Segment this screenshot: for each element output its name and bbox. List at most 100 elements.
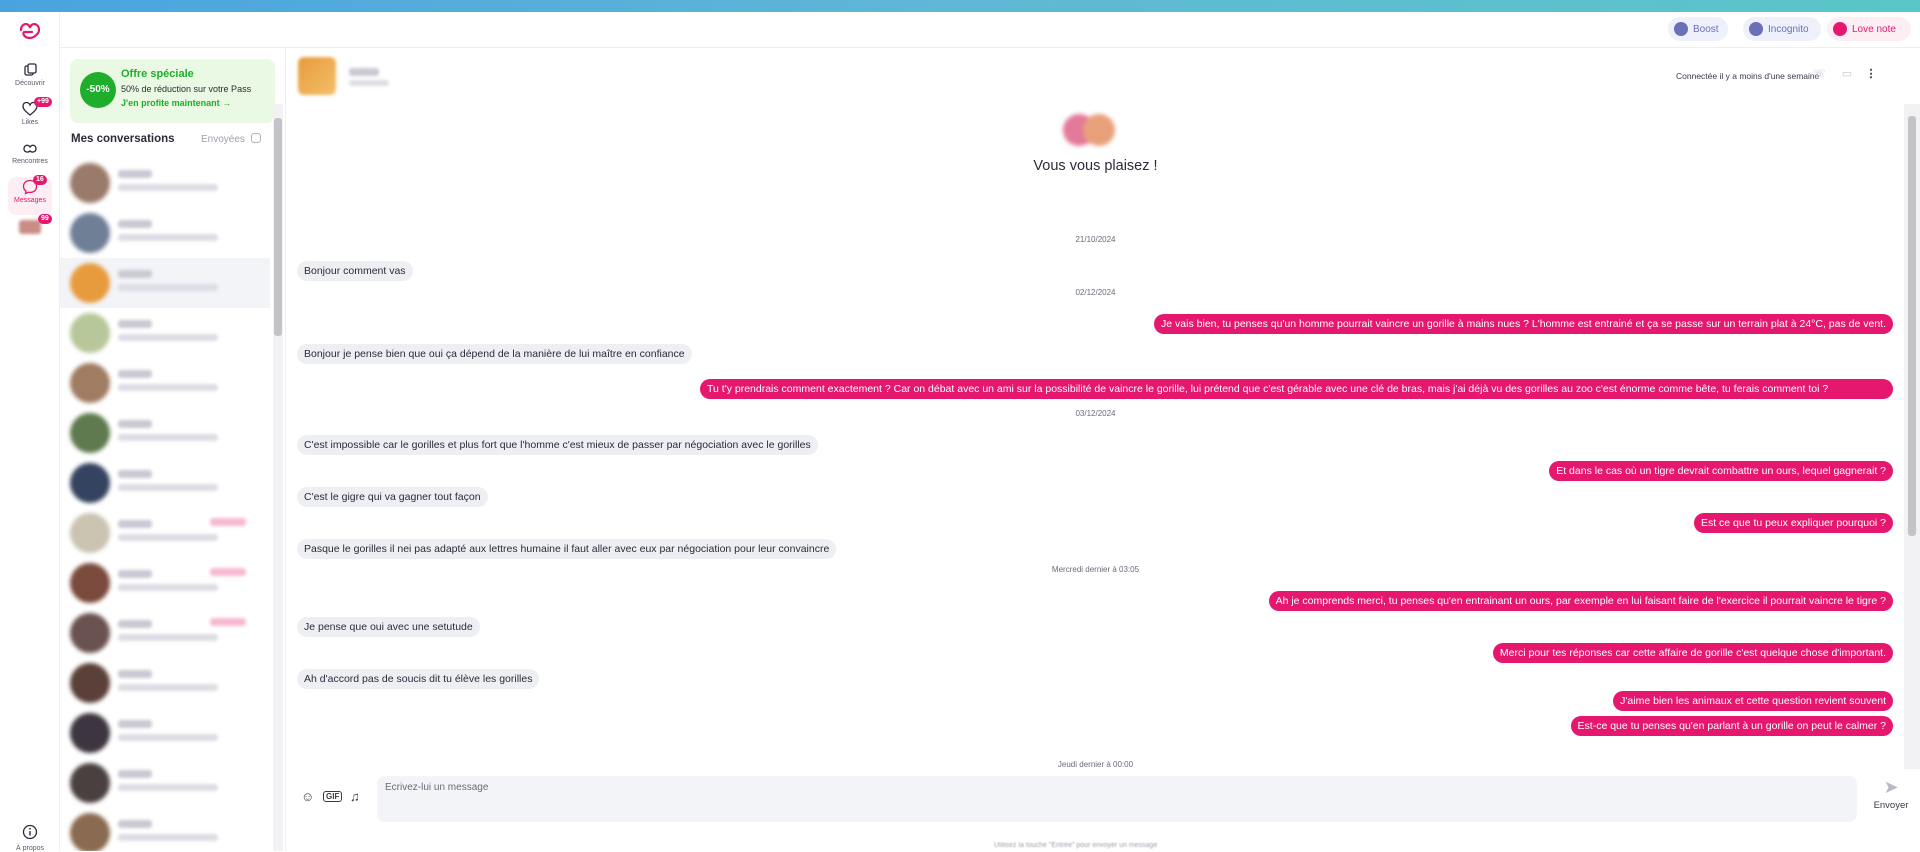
boost-button[interactable]: Boost bbox=[1668, 17, 1728, 41]
partner-subtitle bbox=[349, 80, 389, 86]
conversation-row[interactable] bbox=[60, 208, 270, 258]
partner-avatar[interactable] bbox=[298, 57, 336, 95]
conversation-name bbox=[118, 470, 152, 478]
sent-filter-button[interactable]: Envoyées bbox=[201, 133, 261, 145]
received-message[interactable]: Pasque le gorilles il nei pas adapté aux… bbox=[297, 539, 837, 559]
more-options-icon[interactable]: ⋮ bbox=[1864, 67, 1878, 81]
conversation-row[interactable] bbox=[60, 558, 270, 608]
app-logo[interactable] bbox=[18, 20, 42, 40]
avatar bbox=[70, 713, 110, 753]
connection-status: Connectée il y a moins d'une semaine bbox=[1676, 71, 1820, 81]
conversation-row[interactable] bbox=[60, 408, 270, 458]
received-message[interactable]: C'est le gigre qui va gagner tout façon bbox=[297, 487, 488, 507]
conversation-name bbox=[118, 220, 152, 228]
avatar bbox=[70, 363, 110, 403]
conversation-name bbox=[118, 570, 152, 578]
nav-item-rencontres[interactable]: Rencontres bbox=[0, 138, 60, 176]
match-avatars bbox=[1063, 114, 1123, 146]
conversation-row[interactable] bbox=[60, 308, 270, 358]
received-message[interactable]: Je pense que oui avec une setutude bbox=[297, 617, 480, 637]
sent-message[interactable]: Et dans le cas où un tigre devrait comba… bbox=[1549, 461, 1893, 481]
send-icon: ➤ bbox=[1883, 777, 1899, 797]
send-button[interactable]: ➤ Envoyer bbox=[1868, 777, 1914, 811]
sent-message[interactable]: Merci pour tes réponses car cette affair… bbox=[1492, 643, 1893, 663]
sent-message[interactable]: Est ce que tu peux expliquer pourquoi ? bbox=[1693, 513, 1893, 533]
avatar bbox=[70, 213, 110, 253]
match-title: Vous vous plaisez ! bbox=[1033, 158, 1158, 174]
conversation-row[interactable] bbox=[60, 508, 270, 558]
cards-icon bbox=[24, 63, 37, 76]
conversation-name bbox=[118, 420, 152, 428]
conversation-row[interactable] bbox=[60, 258, 270, 308]
incognito-button[interactable]: Incognito bbox=[1743, 17, 1821, 41]
nav-item-decouvrir[interactable]: Découvrir bbox=[0, 60, 60, 98]
conversation-name bbox=[118, 620, 152, 628]
phone-icon[interactable]: ☏ bbox=[1812, 67, 1826, 81]
send-label: Envoyer bbox=[1873, 800, 1909, 811]
received-message[interactable]: Ah d'accord pas de soucis dit tu élève l… bbox=[297, 669, 540, 689]
sent-message[interactable]: J'aime bien les animaux et cette questio… bbox=[1613, 691, 1893, 711]
conversation-tag bbox=[210, 568, 246, 576]
message-input[interactable]: Ecrivez-lui un message bbox=[377, 776, 1857, 822]
gif-icon[interactable]: GIF bbox=[323, 791, 343, 802]
offer-subtitle: 50% de réduction sur votre Pass bbox=[121, 84, 252, 94]
sent-icon bbox=[250, 133, 261, 143]
conversation-row[interactable] bbox=[60, 708, 270, 758]
boost-label: Boost bbox=[1693, 23, 1719, 35]
conversation-row[interactable] bbox=[60, 758, 270, 808]
conversation-preview bbox=[118, 534, 218, 541]
avatar bbox=[70, 563, 110, 603]
conversations-panel: -50% Offre spéciale 50% de réduction sur… bbox=[60, 48, 286, 851]
incognito-label: Incognito bbox=[1768, 23, 1809, 35]
conversation-row[interactable] bbox=[60, 158, 270, 208]
love-note-button[interactable]: Love note bbox=[1827, 17, 1911, 41]
conversation-row[interactable] bbox=[60, 458, 270, 508]
scrollbar-thumb[interactable] bbox=[274, 118, 282, 336]
video-icon[interactable]: ▭ bbox=[1840, 67, 1854, 81]
date-separator: Jeudi dernier à 00:00 bbox=[1057, 760, 1134, 769]
conversation-row[interactable] bbox=[60, 358, 270, 408]
conversation-preview bbox=[118, 584, 218, 591]
nav-item-profile[interactable]: 99 bbox=[0, 214, 60, 254]
conversation-name bbox=[118, 820, 152, 828]
conversation-scrollbar[interactable] bbox=[273, 104, 283, 851]
emoji-icon[interactable]: ☺ bbox=[301, 789, 314, 804]
incognito-icon bbox=[1749, 22, 1763, 36]
conversation-row[interactable] bbox=[60, 808, 270, 851]
avatar bbox=[70, 463, 110, 503]
sent-message[interactable]: Est-ce que tu penses qu'en parlant à un … bbox=[1570, 716, 1893, 736]
thread-scrollbar[interactable] bbox=[1904, 104, 1920, 769]
conversations-title: Mes conversations bbox=[71, 133, 175, 145]
offer-cta-link[interactable]: J'en profite maintenant → bbox=[121, 98, 231, 108]
sent-message[interactable]: Je vais bien, tu penses qu'un homme pour… bbox=[1154, 314, 1893, 334]
love-note-icon bbox=[1833, 22, 1847, 36]
avatar bbox=[70, 513, 110, 553]
message-placeholder: Ecrivez-lui un message bbox=[385, 782, 489, 793]
date-separator: Mercredi dernier à 03:05 bbox=[1051, 565, 1140, 574]
special-offer-card[interactable]: -50% Offre spéciale 50% de réduction sur… bbox=[70, 59, 275, 123]
sent-message[interactable]: Ah je comprends merci, tu penses qu'en e… bbox=[1268, 591, 1893, 611]
received-message[interactable]: C'est impossible car le gorilles et plus… bbox=[297, 435, 818, 455]
received-message[interactable]: Bonjour comment vas bbox=[297, 261, 413, 281]
about-link[interactable]: À propos bbox=[14, 824, 46, 852]
received-message[interactable]: Bonjour je pense bien que oui ça dépend … bbox=[297, 344, 692, 364]
conversation-preview bbox=[118, 784, 218, 791]
profile-avatar bbox=[19, 220, 41, 234]
nav-item-messages[interactable]: 16 Messages bbox=[8, 175, 52, 215]
nav-item-likes[interactable]: +99 Likes bbox=[0, 97, 60, 137]
scrollbar-thumb[interactable] bbox=[1908, 116, 1916, 536]
top-header: Boost Incognito Love note bbox=[60, 12, 1920, 48]
conversation-name bbox=[118, 770, 152, 778]
chat-area: Connectée il y a moins d'une semaine ☏ ▭… bbox=[287, 48, 1920, 851]
conversation-preview bbox=[118, 334, 218, 341]
profile-badge: 99 bbox=[38, 214, 52, 224]
conversation-name bbox=[118, 320, 152, 328]
conversation-row[interactable] bbox=[60, 608, 270, 658]
partner-name[interactable] bbox=[349, 68, 379, 76]
nav-label: Découvrir bbox=[15, 80, 45, 87]
offer-title: Offre spéciale bbox=[121, 68, 194, 80]
conversation-row[interactable] bbox=[60, 658, 270, 708]
sent-message[interactable]: Tu t'y prendrais comment exactement ? Ca… bbox=[700, 379, 1893, 399]
avatar bbox=[70, 163, 110, 203]
music-icon[interactable]: ♫ bbox=[350, 789, 360, 804]
